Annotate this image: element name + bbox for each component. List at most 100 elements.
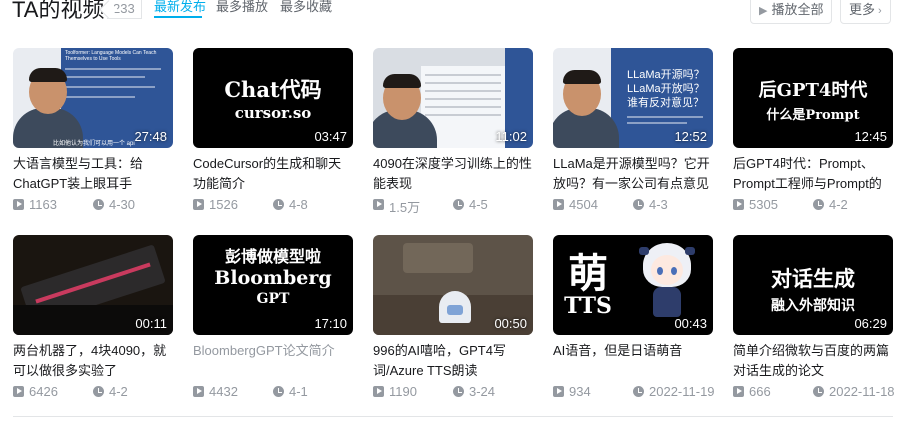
publish-date: 4-8: [289, 197, 308, 212]
video-title[interactable]: CodeCursor的生成和聊天功能简介: [193, 154, 353, 194]
play-count-icon: [373, 386, 384, 397]
video-thumbnail[interactable]: LLaMa开源吗？ LLaMa开放吗？ 谁有反对意见？ 12:52: [553, 48, 713, 148]
thumbnail-caption: 彭博做模型啦: [224, 247, 321, 266]
publish-date: 4-3: [649, 197, 668, 212]
video-title[interactable]: BloombergGPT论文简介: [193, 341, 353, 381]
play-count: 5305: [749, 197, 778, 212]
video-thumbnail[interactable]: 后GPT4时代 什么是Prompt 12:45: [733, 48, 893, 148]
thumbnail-caption: TTS: [564, 293, 612, 319]
play-count: 1.5万: [389, 200, 421, 215]
video-thumbnail[interactable]: Chat代码 cursor.so 03:47: [193, 48, 353, 148]
video-title[interactable]: 简单介绍微软与百度的两篇对话生成的论文: [733, 341, 893, 381]
video-thumbnail[interactable]: 彭博做模型啦 Bloomberg GPT 17:10: [193, 235, 353, 335]
clock-icon: [273, 199, 284, 210]
video-count-badge: 233: [107, 0, 142, 19]
video-duration: 12:52: [674, 129, 707, 144]
play-count: 1526: [209, 197, 238, 212]
video-meta: 4504 4-3: [553, 197, 713, 213]
section-title: TA的视频: [12, 0, 105, 22]
chevron-right-icon: ›: [878, 5, 882, 17]
section-divider: [13, 416, 893, 417]
thumbnail-caption: cursor.so: [234, 104, 312, 122]
video-title[interactable]: 两台机器了，4块4090，就可以做很多实验了: [13, 341, 173, 381]
clock-icon: [93, 386, 104, 397]
play-count-icon: [733, 199, 744, 210]
clock-icon: [813, 386, 824, 397]
clock-icon: [93, 199, 104, 210]
play-all-button[interactable]: ▶ 播放全部: [750, 0, 833, 24]
character-eye: [657, 267, 663, 275]
table-line: [425, 98, 501, 100]
character-bow: [639, 247, 649, 255]
tab-most-played[interactable]: 最多播放: [216, 0, 268, 15]
thumbnail-caption: GPT: [256, 291, 290, 307]
thumbnail-caption: Chat代码: [224, 77, 322, 102]
video-title[interactable]: 后GPT4时代：Prompt、Prompt工程师与Prompt的优: [733, 154, 893, 194]
play-all-label: 播放全部: [771, 2, 824, 17]
slide-line: [65, 96, 135, 98]
more-button[interactable]: 更多 ›: [840, 0, 891, 24]
video-meta: 666 2022-11-18: [733, 384, 895, 400]
video-meta: 1526 4-8: [193, 197, 353, 213]
video-duration: 03:47: [314, 129, 347, 144]
presenter: [553, 48, 619, 148]
video-meta: 934 2022-11-19: [553, 384, 715, 400]
slide-caption: 谁有反对意见？: [627, 97, 704, 109]
video-title[interactable]: AI语音，但是日语萌音: [553, 341, 713, 381]
character-eye: [671, 267, 677, 275]
video-thumbnail[interactable]: 对话生成 融入外部知识 06:29: [733, 235, 893, 335]
clock-icon: [453, 386, 464, 397]
video-duration: 27:48: [134, 129, 167, 144]
play-count-icon: [193, 199, 204, 210]
slide-caption: LLaMa开放吗？: [627, 83, 705, 95]
play-count: 1190: [389, 384, 417, 399]
character-bow: [685, 247, 695, 255]
publish-date: 4-5: [469, 197, 488, 212]
slide-line: [65, 86, 155, 88]
presenter-hair: [563, 70, 601, 84]
character-face: [651, 255, 683, 285]
table-line: [425, 74, 501, 76]
video-title[interactable]: 大语言模型与工具：给ChatGPT装上眼耳手: [13, 154, 173, 194]
clock-icon: [633, 199, 644, 210]
video-duration: 17:10: [314, 316, 347, 331]
thumbnail-caption: 融入外部知识: [771, 298, 855, 314]
video-title[interactable]: 4090在深度学习训练上的性能表现: [373, 154, 533, 194]
video-meta: 5305 4-2: [733, 197, 893, 213]
video-title[interactable]: 996的AI嘻哈，GPT4写词/Azure TTS朗读: [373, 341, 533, 381]
publish-date: 4-1: [289, 384, 308, 399]
play-count: 4504: [569, 197, 598, 212]
video-title[interactable]: LLaMa是开源模型吗？它开放吗？有一家公司有点意见: [553, 154, 713, 194]
table-line: [425, 82, 501, 84]
video-subtitle: 比如他认为我们可以用一个 api: [53, 141, 135, 147]
slide-text: Toolformer: Language Models Can Teach Th…: [65, 50, 157, 62]
table-line: [425, 114, 501, 116]
character-body: [653, 287, 681, 317]
video-duration: 06:29: [854, 316, 887, 331]
slide-line: [65, 76, 145, 78]
play-count-icon: [373, 199, 384, 210]
hand-shape: [403, 243, 473, 273]
clock-icon: [453, 199, 464, 210]
video-thumbnail[interactable]: Toolformer: Language Models Can Teach Th…: [13, 48, 173, 148]
video-thumbnail[interactable]: 11:02: [373, 48, 533, 148]
publish-date: 4-30: [109, 197, 136, 212]
publish-date: 2022-11-19: [649, 384, 715, 399]
video-section-header: TA的视频 233 最新发布 最多播放 最多收藏 ▶ 播放全部 更多 ›: [0, 0, 905, 24]
slide-caption: LLaMa开源吗？: [627, 69, 705, 81]
more-label: 更多: [849, 2, 876, 17]
publish-date: 2022-11-18: [829, 384, 895, 399]
play-count-icon: [733, 386, 744, 397]
tab-latest[interactable]: 最新发布: [154, 0, 206, 15]
thumbnail-caption: 对话生成: [771, 266, 855, 291]
video-thumbnail[interactable]: 萌 TTS 00:43: [553, 235, 713, 335]
video-meta: 1163 4-30: [13, 197, 173, 213]
play-count: 934: [569, 384, 591, 399]
table-line: [425, 106, 501, 108]
video-duration: 12:45: [854, 129, 887, 144]
video-duration: 00:43: [674, 316, 707, 331]
video-thumbnail[interactable]: 00:50: [373, 235, 533, 335]
video-thumbnail[interactable]: 00:11: [13, 235, 173, 335]
tab-most-favorited[interactable]: 最多收藏: [280, 0, 332, 15]
play-count: 4432: [209, 384, 238, 399]
